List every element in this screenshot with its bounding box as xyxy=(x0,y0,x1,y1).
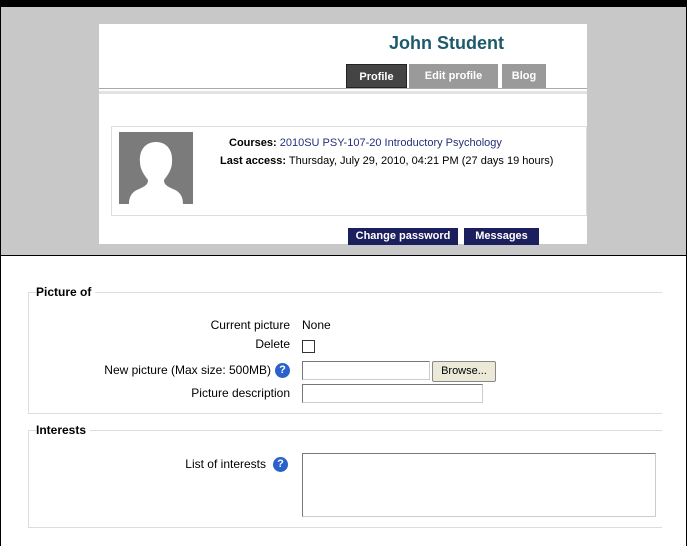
courses-label: Courses: xyxy=(229,137,277,149)
tabs-divider xyxy=(99,88,587,89)
picture-description-label: Picture description xyxy=(191,386,290,400)
new-picture-input[interactable] xyxy=(302,361,430,380)
tab-edit-profile[interactable]: Edit profile xyxy=(409,64,498,88)
help-icon[interactable]: ? xyxy=(275,363,290,378)
last-access-value: Thursday, July 29, 2010, 04:21 PM (27 da… xyxy=(288,155,554,167)
interests-textarea[interactable] xyxy=(302,453,656,517)
user-name: John Student xyxy=(389,33,504,53)
edit-form-panel: Picture of Current picture None Delete N… xyxy=(0,256,687,546)
change-password-button[interactable]: Change password xyxy=(348,228,458,245)
help-icon[interactable]: ? xyxy=(273,457,288,472)
header-strip xyxy=(99,91,587,94)
new-picture-label: New picture (Max size: 500MB) xyxy=(104,363,271,377)
current-picture-label: Current picture xyxy=(210,318,290,332)
courses-row: Courses: 2010SU PSY-107-20 Introductory … xyxy=(229,137,502,149)
list-of-interests-label: List of interests xyxy=(185,457,266,471)
picture-legend: Picture of xyxy=(36,285,96,299)
current-picture-value: None xyxy=(302,318,331,332)
user-info-box: Courses: 2010SU PSY-107-20 Introductory … xyxy=(111,126,587,216)
tab-profile[interactable]: Profile xyxy=(346,64,407,88)
delete-checkbox[interactable] xyxy=(302,340,315,353)
course-link[interactable]: 2010SU PSY-107-20 Introductory Psycholog… xyxy=(280,137,502,149)
messages-button[interactable]: Messages xyxy=(464,228,539,245)
delete-label: Delete xyxy=(255,337,290,351)
profile-header: John Student Profile Edit profile Blog C… xyxy=(99,24,587,245)
top-border xyxy=(0,0,687,7)
browse-button[interactable]: Browse... xyxy=(432,361,496,382)
avatar xyxy=(119,132,193,204)
last-access-label: Last access: xyxy=(220,155,287,167)
tab-blog[interactable]: Blog xyxy=(502,64,546,88)
profile-panel: John Student Profile Edit profile Blog C… xyxy=(0,7,687,256)
avatar-silhouette-icon xyxy=(129,142,183,204)
picture-description-input[interactable] xyxy=(302,384,483,403)
interests-legend: Interests xyxy=(36,423,91,437)
last-access-row: Last access: Thursday, July 29, 2010, 04… xyxy=(220,155,553,167)
